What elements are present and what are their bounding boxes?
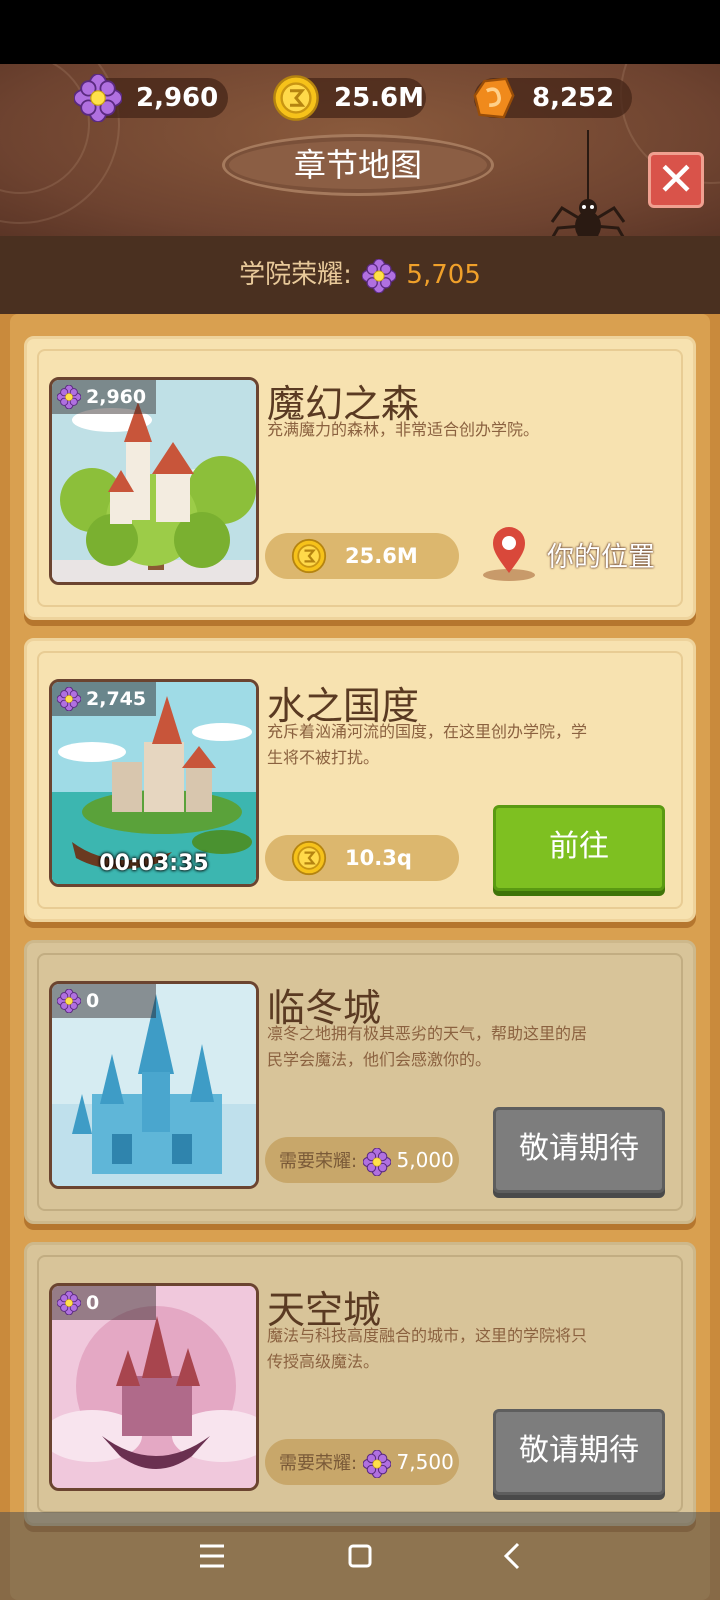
- honor-requirement-label: 需要荣耀:: [279, 1453, 358, 1474]
- flower-gem-icon: [57, 1291, 81, 1315]
- page-title: 章节地图: [222, 134, 494, 196]
- gold-coin-icon: [291, 538, 327, 574]
- chapter-honor-value: 2,960: [86, 386, 147, 408]
- honor-requirement: 需要荣耀: 7,500: [265, 1439, 459, 1485]
- header: 2,960 25.6M 8,252 章节地图 ✕: [0, 64, 720, 236]
- coming-soon-button[interactable]: 敬请期待: [493, 1107, 665, 1193]
- flower-gem-icon: [57, 687, 81, 711]
- gold-coin-icon: [291, 840, 327, 876]
- close-button[interactable]: ✕: [648, 152, 704, 208]
- gem-value: 2,960: [136, 83, 219, 113]
- coin-value: 25.6M: [334, 83, 425, 113]
- flower-gem-icon: [363, 1450, 391, 1478]
- current-location-label: 你的位置: [547, 542, 655, 573]
- coin-counter: 25.6M: [276, 78, 426, 118]
- flower-gem-icon: [74, 74, 122, 122]
- chapter-honor-badge: 0: [52, 1286, 156, 1320]
- chapter-description: 凛冬之地拥有极其恶劣的天气，帮助这里的居民学会魔法，他们会感激你的。: [267, 1024, 588, 1069]
- chapter-honor-value: 0: [86, 990, 100, 1012]
- honor-requirement: 需要荣耀: 5,000: [265, 1137, 459, 1183]
- chapter-description: 充斥着汹涌河流的国度，在这里创办学院，学生将不被打扰。: [267, 722, 588, 767]
- coming-soon-button[interactable]: 敬请期待: [493, 1409, 665, 1495]
- amber-crystal-icon: [470, 74, 518, 122]
- amber-counter: 8,252: [474, 78, 632, 118]
- back-icon[interactable]: [488, 1532, 536, 1580]
- map-pin-icon: [483, 527, 535, 581]
- system-navigation-bar: [0, 1512, 720, 1600]
- gold-coin-icon: [272, 74, 320, 122]
- flower-gem-icon: [363, 1148, 391, 1176]
- honor-requirement-value: 5,000: [396, 1148, 454, 1172]
- go-button[interactable]: 前往: [493, 805, 665, 891]
- close-icon: ✕: [656, 152, 696, 206]
- chapter-card-sky-city[interactable]: 0 天空城 魔法与科技高度融合的城市，这里的学院将只传授高级魔法。 需要荣耀: …: [24, 1242, 696, 1526]
- chapter-card-winterfell[interactable]: 0 临冬城 凛冬之地拥有极其恶劣的天气，帮助这里的居民学会魔法，他们会感激你的。…: [24, 940, 696, 1224]
- flower-gem-icon: [362, 259, 396, 293]
- chapter-card-water-kingdom[interactable]: 2,745 00:03:35 水之国度 充斥着汹涌河流的国度，在这里创办学院，学…: [24, 638, 696, 922]
- chapter-thumbnail: 0: [49, 981, 259, 1189]
- unlock-timer: 00:03:35: [99, 851, 209, 876]
- academy-honor-bar: 学院荣耀: 5,705: [0, 236, 720, 314]
- chapter-honor-badge: 2,960: [52, 380, 156, 414]
- menu-icon[interactable]: [188, 1532, 236, 1580]
- chapter-description: 充满魔力的森林，非常适合创办学院。: [267, 420, 540, 439]
- chapter-description: 魔法与科技高度融合的城市，这里的学院将只传授高级魔法。: [267, 1326, 588, 1371]
- chapter-honor-value: 0: [86, 1292, 100, 1314]
- home-icon[interactable]: [336, 1532, 384, 1580]
- flower-gem-icon: [57, 385, 81, 409]
- chapter-honor-badge: 2,745: [52, 682, 156, 716]
- chapter-thumbnail: 2,960: [49, 377, 259, 585]
- honor-requirement-value: 7,500: [396, 1450, 454, 1474]
- academy-honor-value: 5,705: [406, 260, 481, 290]
- chapter-cost: 25.6M: [265, 533, 459, 579]
- chapter-thumbnail: 2,745 00:03:35: [49, 679, 259, 887]
- chapter-cost-value: 10.3q: [345, 846, 412, 870]
- chapter-thumbnail: 0: [49, 1283, 259, 1491]
- chapter-card-magic-forest[interactable]: 2,960 魔幻之森 充满魔力的森林，非常适合创办学院。 25.6M 你的位置: [24, 336, 696, 620]
- gem-counter: 2,960: [78, 78, 228, 118]
- chapter-cost: 10.3q: [265, 835, 459, 881]
- amber-value: 8,252: [532, 83, 615, 113]
- chapter-cost-value: 25.6M: [345, 544, 418, 568]
- chapter-honor-badge: 0: [52, 984, 156, 1018]
- flower-gem-icon: [57, 989, 81, 1013]
- academy-honor-label: 学院荣耀:: [239, 260, 352, 290]
- spider-icon: [550, 130, 626, 236]
- chapter-honor-value: 2,745: [86, 688, 147, 710]
- system-status-bar: [0, 0, 720, 64]
- honor-requirement-label: 需要荣耀:: [279, 1151, 358, 1172]
- current-location-indicator: 你的位置: [481, 523, 681, 583]
